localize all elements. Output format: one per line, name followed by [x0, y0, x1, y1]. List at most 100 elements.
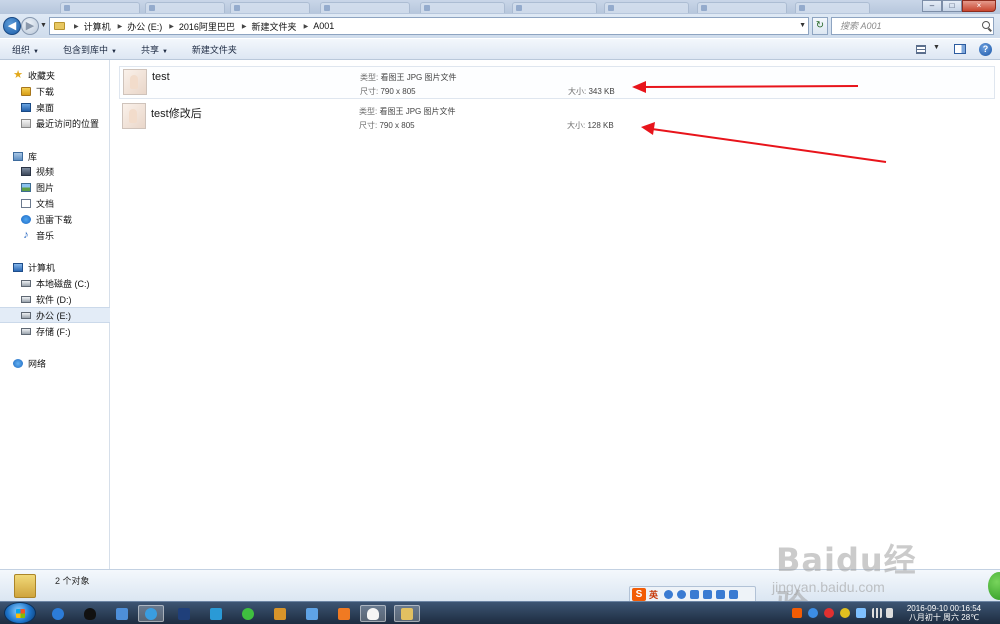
new-folder-button[interactable]: 新建文件夹 — [180, 43, 249, 56]
chevron-down-icon[interactable]: ▼ — [933, 44, 940, 51]
network-signal-icon[interactable] — [872, 608, 882, 618]
taskbar-app[interactable] — [302, 605, 322, 622]
nav-drive-c[interactable]: 本地磁盘 (C:) — [21, 276, 90, 290]
drive-icon — [21, 311, 31, 319]
chevron-right-icon[interactable]: ▶ — [169, 23, 174, 30]
clock[interactable]: 2016-09-10 00:16:54 八月初十 周六 28℃ — [899, 604, 989, 622]
window-controls: – □ × — [922, 0, 996, 12]
drive-icon — [21, 295, 31, 303]
ime-language-toggle[interactable]: 英 — [649, 588, 658, 601]
include-in-library-menu[interactable]: 包含到库中 ▼ — [51, 43, 129, 56]
organize-menu[interactable]: 组织 ▼ — [0, 43, 51, 56]
minimize-button[interactable]: – — [922, 0, 942, 12]
chevron-right-icon[interactable]: ▶ — [304, 23, 309, 30]
view-options-icon[interactable] — [916, 45, 926, 54]
background-tab[interactable] — [512, 2, 597, 13]
nav-pictures[interactable]: 图片 — [21, 180, 54, 194]
background-tab[interactable] — [320, 2, 410, 13]
nav-xunlei-downloads[interactable]: 迅雷下载 — [21, 212, 72, 226]
breadcrumb-new-folder[interactable]: 新建文件夹 — [252, 20, 297, 33]
taskbar-app[interactable] — [238, 605, 258, 622]
chevron-right-icon[interactable]: ▶ — [118, 23, 123, 30]
app-tray-icon[interactable] — [840, 608, 850, 618]
start-button[interactable] — [4, 602, 36, 624]
taskbar-app[interactable] — [206, 605, 226, 622]
recent-places-icon — [21, 118, 31, 128]
breadcrumb-drive-e[interactable]: 办公 (E:) — [127, 20, 162, 33]
taskbar-app[interactable] — [80, 605, 100, 622]
help-icon[interactable]: ? — [979, 43, 992, 56]
nav-documents[interactable]: 文档 — [21, 196, 54, 210]
skin-icon[interactable] — [703, 590, 713, 599]
nav-videos[interactable]: 视频 — [21, 164, 54, 178]
file-item-test-modified[interactable]: test修改后 类型: 看图王 JPG 图片文件 尺寸: 790 x 805 大… — [119, 101, 995, 134]
nav-label: 软件 (D:) — [36, 294, 72, 305]
taskbar-app[interactable] — [174, 605, 194, 622]
taskbar-app-explorer[interactable] — [394, 605, 420, 622]
help-tray-icon[interactable] — [808, 608, 818, 618]
background-tab[interactable] — [420, 2, 505, 13]
background-tab[interactable] — [604, 2, 689, 13]
taskbar-app[interactable] — [360, 605, 386, 622]
dimensions-value: 790 x 805 — [379, 121, 415, 130]
address-bar[interactable]: ▶ 计算机 ▶ 办公 (E:) ▶ 2016阿里巴巴 ▶ 新建文件夹 ▶ A00… — [49, 17, 809, 35]
flag-icon[interactable] — [856, 608, 866, 618]
breadcrumb-a001[interactable]: A001 — [313, 21, 334, 31]
taskbar-app[interactable] — [48, 605, 68, 622]
moon-icon[interactable] — [664, 590, 674, 599]
chevron-down-icon[interactable]: ▼ — [799, 22, 806, 29]
keyboard-icon[interactable] — [690, 590, 700, 599]
nav-drive-d[interactable]: 软件 (D:) — [21, 292, 72, 306]
taskbar-app[interactable] — [138, 605, 164, 622]
wrench-icon[interactable] — [729, 590, 739, 599]
taskbar: 2016-09-10 00:16:54 八月初十 周六 28℃ — [0, 601, 1000, 624]
nav-downloads[interactable]: 下载 — [21, 84, 54, 98]
nav-drive-f[interactable]: 存储 (F:) — [21, 324, 71, 338]
background-tab[interactable] — [60, 2, 140, 13]
arrow-right-icon: ▶ — [25, 20, 35, 32]
nav-drive-e[interactable]: 办公 (E:) — [0, 307, 110, 323]
nav-label: 网络 — [28, 358, 47, 369]
taskbar-app[interactable] — [334, 605, 354, 622]
file-item-test[interactable]: test 类型: 看图王 JPG 图片文件 尺寸: 790 x 805 大小: … — [119, 66, 995, 99]
app-tray-icon[interactable] — [824, 608, 834, 618]
background-tab[interactable] — [697, 2, 787, 13]
nav-desktop[interactable]: 桌面 — [21, 100, 54, 114]
forward-button[interactable]: ▶ — [21, 17, 39, 35]
taskbar-app[interactable] — [270, 605, 290, 622]
chevron-down-icon: ▼ — [33, 48, 39, 55]
chevron-right-icon[interactable]: ▶ — [74, 23, 79, 30]
taskbar-app[interactable] — [112, 605, 132, 622]
volume-icon[interactable] — [886, 608, 893, 618]
nav-favorites[interactable]: ★ 收藏夹 — [13, 68, 55, 82]
background-tab[interactable] — [230, 2, 310, 13]
nav-label: 文档 — [36, 198, 55, 209]
nav-computer[interactable]: 计算机 — [13, 260, 55, 274]
background-tab[interactable] — [145, 2, 225, 13]
sogou-ime-icon[interactable]: S — [632, 588, 646, 601]
sogou-tray-icon[interactable] — [792, 608, 802, 618]
share-menu[interactable]: 共享 ▼ — [129, 43, 180, 56]
search-placeholder: 搜索 A001 — [840, 21, 882, 31]
search-input[interactable]: 搜索 A001 — [831, 17, 994, 35]
chevron-right-icon[interactable]: ▶ — [242, 23, 247, 30]
nav-music[interactable]: ♪ 音乐 — [21, 228, 54, 242]
close-button[interactable]: × — [962, 0, 996, 12]
app-icon — [274, 607, 286, 620]
nav-network[interactable]: 网络 — [13, 356, 46, 370]
browser-tab-strip: – □ × — [0, 0, 1000, 14]
preview-pane-icon[interactable] — [954, 44, 966, 54]
background-tab[interactable] — [795, 2, 870, 13]
nav-label: 最近访问的位置 — [36, 118, 100, 129]
nav-recent-places[interactable]: 最近访问的位置 — [21, 116, 99, 130]
nav-libraries[interactable]: 库 — [13, 149, 37, 163]
picture-icon — [21, 182, 31, 192]
breadcrumb-alibaba-folder[interactable]: 2016阿里巴巴 — [179, 20, 235, 33]
breadcrumb-computer[interactable]: 计算机 — [84, 20, 111, 33]
punctuation-icon[interactable] — [677, 590, 687, 599]
back-button[interactable]: ◀ — [3, 17, 21, 35]
maximize-button[interactable]: □ — [942, 0, 962, 12]
shirt-icon[interactable] — [716, 590, 726, 599]
refresh-button[interactable]: ↻ — [812, 17, 828, 35]
recent-pages-dropdown[interactable]: ▼ — [40, 22, 47, 29]
